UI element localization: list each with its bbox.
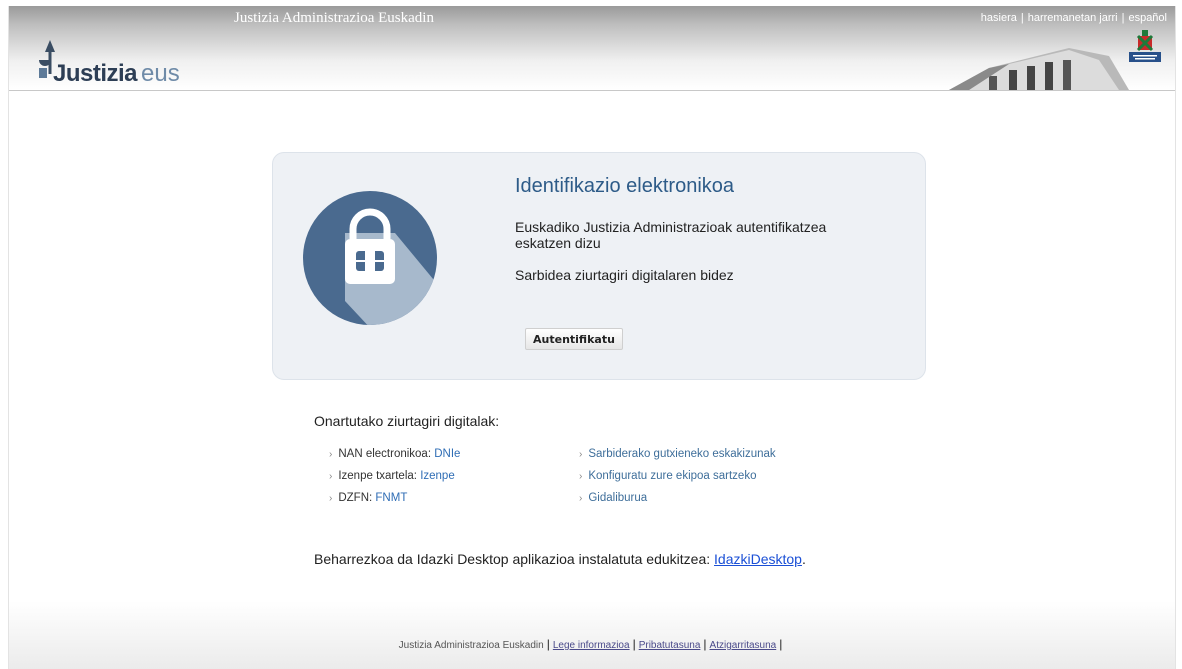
home-link[interactable]: hasiera (981, 12, 1017, 24)
contact-link[interactable]: harremanetan jarri (1028, 12, 1118, 24)
accepted-certificates-title: Onartutako ziurtagiri digitalak: (314, 413, 500, 429)
card-access-text: Sarbidea ziurtagiri digitalaren bidez (515, 267, 734, 283)
courthouse-building-image (949, 48, 1129, 90)
page: Justizia Administrazioa Euskadin hasiera… (8, 6, 1176, 669)
site-title: Justizia Administrazioa Euskadin (234, 10, 434, 26)
list-item: › Sarbiderako gutxieneko eskakizunak (579, 448, 776, 470)
card-description: Euskadiko Justizia Administrazioak auten… (515, 219, 827, 251)
izenpe-link[interactable]: Izenpe (420, 470, 455, 482)
top-links: hasiera | harremanetan jarri | español (980, 12, 1167, 24)
list-item: › Izenpe txartela: Izenpe (329, 470, 460, 492)
chevron-right-icon: › (329, 449, 333, 460)
cert-label: DZFN: (338, 492, 373, 504)
card-title: Identifikazio elektronikoa (515, 175, 735, 197)
configure-equipment-link[interactable]: Konfiguratu zure ekipoa sartzeko (588, 470, 756, 482)
footer-site-name: Justizia Administrazioa Euskadin (398, 640, 544, 651)
dnie-link[interactable]: DNIe (434, 448, 460, 460)
list-item: › Gidaliburua (579, 492, 776, 514)
chevron-right-icon: › (329, 493, 333, 504)
help-links-list: › Sarbiderako gutxieneko eskakizunak › Kon… (579, 448, 776, 514)
basque-government-logo-icon (1129, 30, 1161, 62)
accessibility-link[interactable]: Atzigarritasuna (710, 640, 777, 651)
chevron-right-icon: › (579, 471, 583, 482)
logo-word-eus: eus (141, 60, 180, 87)
authentication-card: Identifikazio elektronikoa Euskadiko Jus… (272, 152, 926, 380)
guide-link[interactable]: Gidaliburua (588, 492, 647, 504)
cert-label: NAN electronikoa: (338, 448, 432, 460)
idazki-desktop-notice: Beharrezkoa da Idazki Desktop aplikazioa… (314, 551, 806, 567)
lock-icon (303, 191, 437, 325)
idazki-desktop-text: Beharrezkoa da Idazki Desktop aplikazioa… (314, 551, 711, 567)
idazki-desktop-end: . (801, 551, 806, 567)
chevron-right-icon: › (579, 493, 583, 504)
header: Justizia Administrazioa Euskadin hasiera… (9, 6, 1175, 91)
legal-info-link[interactable]: Lege informazioa (553, 640, 630, 651)
footer: Justizia Administrazioa Euskadin | Lege in… (9, 601, 1175, 669)
fnmt-link[interactable]: FNMT (375, 492, 407, 504)
spanish-language-link[interactable]: español (1128, 12, 1167, 24)
list-item: › DZFN: FNMT (329, 492, 460, 514)
chevron-right-icon: › (579, 449, 583, 460)
logo-word-justizia: Justizia (53, 60, 138, 87)
minimum-requirements-link[interactable]: Sarbiderako gutxieneko eskakizunak (588, 448, 775, 460)
cert-label: Izenpe txartela: (338, 470, 417, 482)
chevron-right-icon: › (329, 471, 333, 482)
list-item: › NAN electronikoa: DNIe (329, 448, 460, 470)
privacy-link[interactable]: Pribatutasuna (639, 640, 701, 651)
certificate-list: › NAN electronikoa: DNIe › Izenpe txartela… (329, 448, 460, 514)
footer-links: Justizia Administrazioa Euskadin | Lege in… (398, 637, 783, 651)
authenticate-button[interactable]: Autentifikatu (525, 328, 623, 350)
idazki-desktop-link[interactable]: IdazkiDesktop (714, 551, 802, 567)
list-item: › Konfiguratu zure ekipoa sartzeko (579, 470, 776, 492)
